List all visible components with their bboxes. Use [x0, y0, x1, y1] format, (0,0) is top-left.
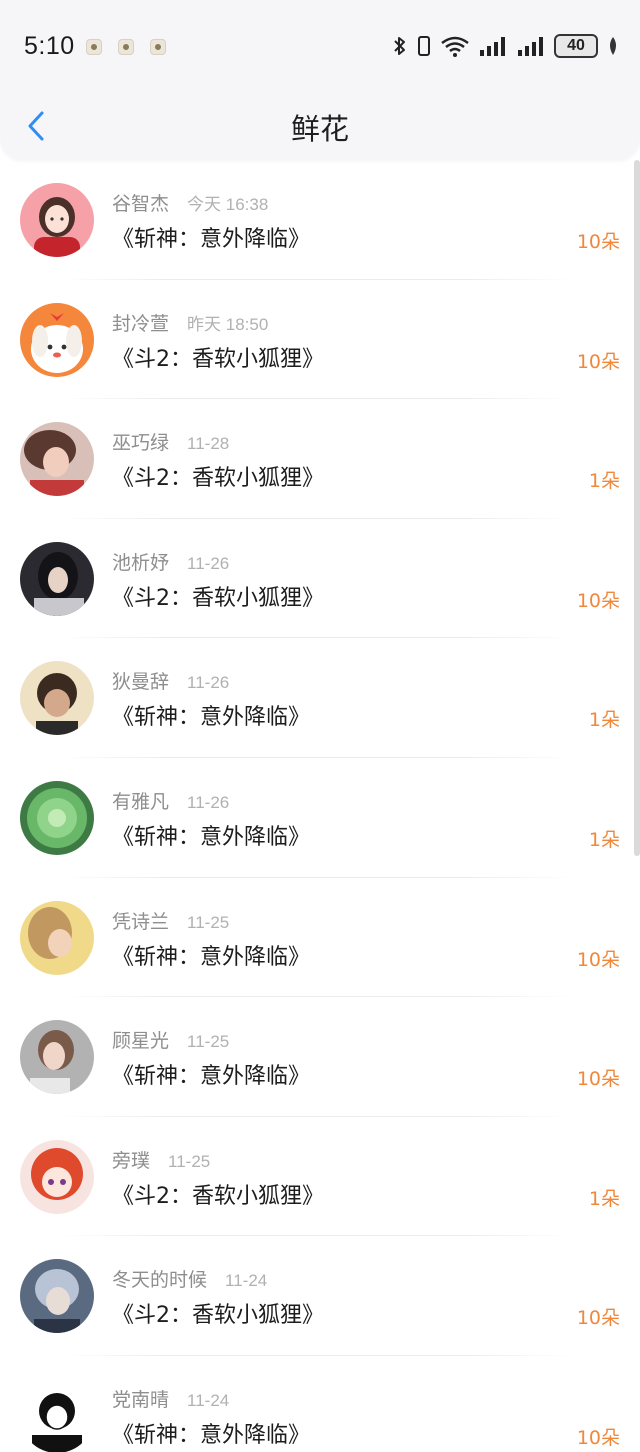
avatar[interactable] — [20, 1259, 94, 1334]
flower-count: 10朵 — [576, 1068, 620, 1091]
scrollbar[interactable] — [634, 160, 640, 856]
sender-name: 党南晴 — [112, 1388, 170, 1411]
flower-count: 10朵 — [576, 350, 620, 373]
list-item[interactable]: 顾星光 11-25 《斩神：意外降临》 10朵 — [0, 997, 632, 1117]
sent-date: 11-24 — [225, 1271, 268, 1291]
book-title: 《斩神：意外降临》 — [112, 705, 311, 731]
sent-date: 11-26 — [187, 673, 230, 693]
list-item[interactable]: 有雅凡 11-26 《斩神：意外降临》 1朵 — [0, 758, 632, 878]
page-title: 鲜花 — [290, 112, 349, 146]
list-item[interactable]: 旁璞 11-25 《斗2：香软小狐狸》 1朵 — [0, 1117, 632, 1237]
avatar[interactable] — [20, 302, 94, 377]
flower-count: 1朵 — [588, 470, 620, 493]
wifi-icon — [441, 36, 469, 57]
avatar[interactable] — [20, 183, 94, 257]
list-item[interactable]: 谷智杰 今天 16:38 《斩神：意外降临》 10朵 — [0, 160, 632, 280]
bluetooth-icon — [394, 37, 405, 55]
book-title: 《斗2：香软小狐狸》 — [112, 585, 324, 611]
sender-info: 冬天的时候 11-24 — [112, 1265, 267, 1292]
signal-icon — [518, 37, 543, 56]
status-bar: 5:10 40 — [0, 0, 640, 92]
book-title: 《斩神：意外降临》 — [112, 227, 311, 252]
flower-count: 10朵 — [576, 589, 620, 612]
sender-info: 封冷萱 昨天 18:50 — [112, 309, 268, 336]
book-title: 《斗2：香软小狐狸》 — [112, 1183, 324, 1209]
status-time: 5:10 — [24, 32, 75, 60]
sender-name: 冬天的时候 — [112, 1269, 208, 1292]
flower-count: 10朵 — [576, 1426, 620, 1449]
sender-name: 凭诗兰 — [112, 910, 170, 933]
list-item[interactable]: 凭诗兰 11-25 《斩神：意外降临》 10朵 — [0, 878, 632, 998]
sender-info: 党南晴 11-24 — [112, 1385, 229, 1412]
sent-date: 今天 16:38 — [187, 195, 269, 214]
sender-name: 谷智杰 — [112, 193, 170, 215]
sender-info: 谷智杰 今天 16:38 — [112, 189, 268, 216]
system-icons: 40 — [392, 34, 620, 58]
sender-info: 有雅凡 11-26 — [112, 787, 229, 814]
flower-count: 10朵 — [576, 231, 620, 253]
flower-count: 1朵 — [588, 1187, 620, 1210]
signal-icon — [480, 37, 505, 56]
app-notification-icon — [150, 39, 166, 55]
sender-name: 巫巧绿 — [112, 432, 170, 455]
sender-info: 狄曼辞 11-26 — [112, 667, 229, 694]
sent-date: 11-28 — [187, 434, 230, 454]
avatar[interactable] — [20, 1139, 94, 1214]
avatar[interactable] — [20, 900, 94, 975]
sender-info: 巫巧绿 11-28 — [112, 428, 229, 455]
sent-date: 11-26 — [187, 792, 230, 812]
avatar[interactable] — [20, 1378, 94, 1452]
sender-info: 凭诗兰 11-25 — [112, 907, 229, 934]
book-title: 《斩神：意外降临》 — [112, 1422, 311, 1448]
vibrate-icon — [418, 36, 430, 56]
flower-count: 10朵 — [576, 948, 620, 971]
list-item[interactable]: 党南晴 11-24 《斩神：意外降临》 10朵 — [0, 1356, 632, 1452]
notification-icons — [86, 39, 166, 55]
book-title: 《斗2：香软小狐狸》 — [112, 466, 324, 492]
book-title: 《斩神：意外降临》 — [112, 1064, 311, 1090]
sender-name: 有雅凡 — [112, 790, 170, 813]
list-item[interactable]: 狄曼辞 11-26 《斩神：意外降临》 1朵 — [0, 638, 632, 758]
app-notification-icon — [86, 39, 102, 55]
sender-info: 顾星光 11-25 — [112, 1026, 229, 1053]
flower-count: 1朵 — [588, 828, 620, 851]
sender-name: 旁璞 — [112, 1149, 151, 1172]
book-title: 《斩神：意外降临》 — [112, 944, 311, 970]
list-item[interactable]: 冬天的时候 11-24 《斗2：香软小狐狸》 10朵 — [0, 1236, 632, 1356]
sender-info: 旁璞 11-25 — [112, 1146, 210, 1173]
list-item[interactable]: 巫巧绿 11-28 《斗2：香软小狐狸》 1朵 — [0, 399, 632, 519]
sent-date: 11-24 — [187, 1390, 230, 1410]
book-title: 《斗2：香软小狐狸》 — [112, 346, 324, 372]
sent-date: 11-26 — [187, 553, 230, 573]
list-item[interactable]: 封冷萱 昨天 18:50 《斗2：香软小狐狸》 10朵 — [0, 280, 632, 400]
app-notification-icon — [118, 39, 134, 55]
flower-count: 1朵 — [588, 709, 620, 732]
book-title: 《斩神：意外降临》 — [112, 824, 311, 850]
sent-date: 昨天 18:50 — [187, 314, 269, 334]
book-title: 《斗2：香软小狐狸》 — [112, 1303, 324, 1329]
avatar[interactable] — [20, 780, 94, 855]
sent-date: 11-25 — [168, 1151, 211, 1171]
sender-info: 池析妤 11-26 — [112, 548, 229, 575]
leaf-icon — [610, 37, 616, 55]
sender-name: 狄曼辞 — [112, 671, 170, 694]
sender-name: 顾星光 — [112, 1030, 170, 1053]
sent-date: 11-25 — [187, 912, 230, 932]
nav-header: 鲜花 — [0, 92, 640, 160]
avatar[interactable] — [20, 541, 94, 616]
list-item[interactable]: 池析妤 11-26 《斗2：香软小狐狸》 10朵 — [0, 519, 632, 639]
avatar[interactable] — [20, 422, 94, 497]
sent-date: 11-25 — [187, 1032, 230, 1052]
flower-list: 谷智杰 今天 16:38 《斩神：意外降临》 10朵 封冷萱 昨天 18:50 … — [0, 160, 632, 1452]
avatar[interactable] — [20, 661, 94, 736]
sender-name: 封冷萱 — [112, 312, 170, 335]
flower-count: 10朵 — [576, 1307, 620, 1330]
avatar[interactable] — [20, 1020, 94, 1095]
sender-name: 池析妤 — [112, 551, 170, 574]
battery-indicator: 40 — [554, 34, 598, 58]
